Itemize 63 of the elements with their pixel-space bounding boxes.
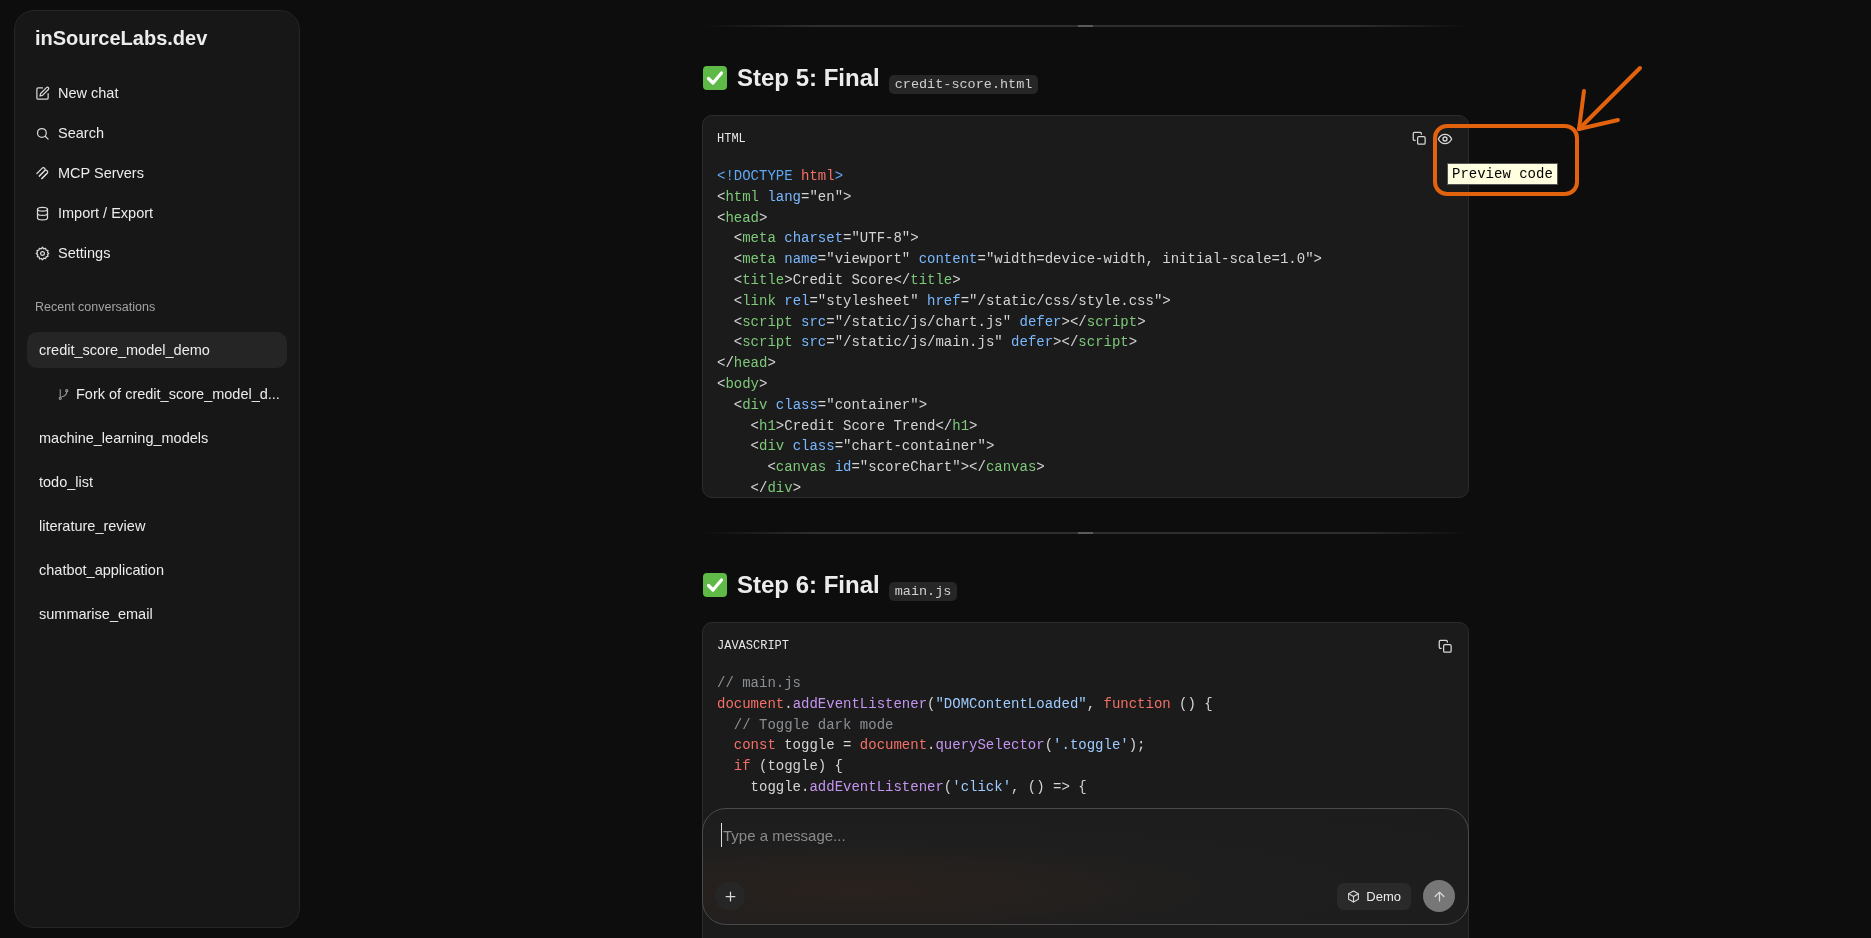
code-line: document.addEventListener("DOMContentLoaded", function () { [717, 694, 1213, 714]
code-line: <head> [717, 208, 768, 228]
code-line: <html lang="en"> [717, 187, 852, 207]
file-name: credit-score.html [888, 75, 1039, 94]
nav-item[interactable]: New chat [27, 73, 287, 113]
nav-item[interactable]: Import / Export [27, 193, 287, 233]
step-heading: Step 6: Final [737, 571, 880, 599]
nav-item[interactable]: MCP Servers [27, 153, 287, 193]
code-line: // Toggle dark mode [732, 715, 894, 735]
strands-icon [35, 165, 50, 181]
copy-button[interactable] [1437, 637, 1454, 655]
brand-title: inSourceLabs.dev [34, 26, 209, 51]
code-line: </head> [717, 354, 776, 374]
code-line: <title>Credit Score</title> [732, 271, 961, 290]
branch-icon [57, 387, 70, 401]
conversation-item[interactable]: Fork of credit_score_model_d... [27, 376, 287, 412]
conversation-item[interactable]: todo_list [27, 464, 287, 500]
copy-button[interactable] [1411, 130, 1428, 148]
database-icon [35, 205, 50, 221]
copy-icon [1438, 638, 1453, 654]
code-line: <div class="chart-container"> [749, 437, 995, 457]
conversation-item[interactable]: literature_review [27, 508, 287, 544]
code-line: <!DOCTYPE html> [717, 167, 844, 186]
code-line: const toggle = document.querySelector('.toggle'); [732, 736, 1146, 756]
code-line: <meta charset="UTF-8"> [732, 229, 919, 249]
copy-icon [1412, 131, 1427, 146]
check-icon [702, 65, 728, 91]
message-input[interactable]: Type a message... [721, 823, 1023, 847]
mode-button[interactable]: Demo [1337, 882, 1411, 910]
code-line: <div class="container"> [732, 395, 928, 415]
edit-icon [35, 85, 50, 101]
code-line: <link rel="stylesheet" href="/static/css/style.css"> [732, 291, 1171, 311]
conversation-item[interactable]: chatbot_application [27, 552, 287, 588]
code-line: if (toggle) { [732, 757, 844, 777]
code-line: <canvas id="scoreChart"></canvas> [766, 458, 1045, 478]
arrow-up-icon [1431, 888, 1447, 904]
plus-icon [722, 888, 738, 904]
code-line: // main.js [717, 674, 801, 693]
code-line: toggle.addEventListener('click', () => { [749, 778, 1087, 797]
check-icon [702, 572, 728, 598]
code-line: <body> [717, 374, 768, 394]
code-line: <script src="/static/js/chart.js" defer></script> [732, 312, 1146, 332]
conversation-item[interactable]: machine_learning_models [27, 420, 287, 456]
file-name: main.js [888, 582, 958, 601]
language-label: HTML [717, 132, 746, 146]
settings-icon [35, 245, 50, 261]
conversation-item[interactable]: credit_score_model_demo [27, 332, 287, 368]
attach-button[interactable] [715, 881, 745, 911]
search-icon [35, 125, 50, 141]
cube-icon [1347, 889, 1361, 903]
language-label: JAVASCRIPT [717, 639, 789, 653]
code-line: <h1>Credit Score Trend</h1> [749, 416, 978, 436]
code-line: <script src="/static/js/main.js" defer></script> [732, 333, 1138, 353]
section-label: Recent conversations [34, 299, 157, 316]
nav-item[interactable]: Settings [27, 233, 287, 273]
code-line: <meta name="viewport" content="width=device-width, initial-scale=1.0"> [732, 250, 1322, 270]
send-button[interactable] [1423, 880, 1455, 912]
nav-item[interactable]: Search [27, 113, 287, 153]
tooltip: Preview code [1447, 163, 1558, 185]
code-line: </div> [749, 478, 802, 498]
step-heading: Step 5: Final [737, 64, 880, 92]
eye-icon [1437, 131, 1453, 147]
conversation-item[interactable]: summarise_email [27, 596, 287, 632]
